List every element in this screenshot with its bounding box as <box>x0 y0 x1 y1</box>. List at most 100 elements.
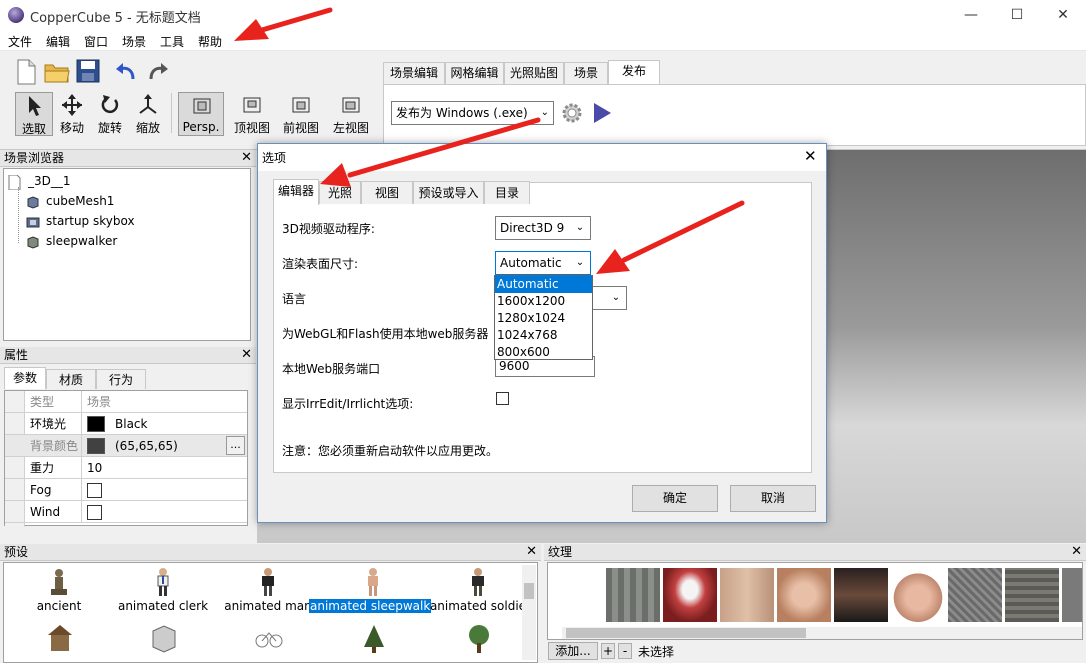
irredit-checkbox[interactable] <box>496 392 509 405</box>
maximize-button[interactable]: ☐ <box>994 0 1040 30</box>
menu-scene[interactable]: 场景 <box>122 33 146 50</box>
dropdown-option[interactable]: 1280x1024 <box>495 310 592 327</box>
close-button[interactable]: ✕ <box>1040 0 1086 30</box>
surface-size-select[interactable]: Automatic ⌄ <box>495 251 591 275</box>
wind-checkbox[interactable] <box>87 505 102 520</box>
property-row[interactable]: Fog <box>5 479 247 501</box>
menu-edit[interactable]: 编辑 <box>46 33 70 50</box>
surface-size-dropdown[interactable]: Automatic 1600x1200 1280x1024 1024x768 8… <box>494 275 593 360</box>
dropdown-option[interactable]: 1024x768 <box>495 327 592 344</box>
tab-presets-import[interactable]: 预设或导入 <box>413 181 484 204</box>
new-file-icon[interactable] <box>14 59 38 85</box>
texture-thumbnail[interactable] <box>1005 568 1059 622</box>
tree-item-skybox[interactable]: startup skybox <box>26 211 135 231</box>
app-icon <box>8 7 24 23</box>
redo-icon[interactable] <box>146 59 170 83</box>
color-swatch-black[interactable] <box>87 416 105 432</box>
menu-help[interactable]: 帮助 <box>198 33 222 50</box>
preset-ancient[interactable]: ancient <box>9 563 109 613</box>
perspective-view-button[interactable]: Persp. <box>178 92 224 136</box>
preset-animated-soldier[interactable]: animated soldie <box>428 563 528 613</box>
undo-icon[interactable] <box>114 59 138 83</box>
save-icon[interactable] <box>76 59 100 83</box>
tab-material[interactable]: 材质 <box>46 369 96 389</box>
texture-thumbnail[interactable] <box>777 568 831 622</box>
scrollbar-thumb[interactable] <box>524 583 534 599</box>
tree-item-sleepwalker[interactable]: sleepwalker <box>26 231 117 251</box>
close-icon[interactable]: ✕ <box>241 347 252 363</box>
tab-parameters[interactable]: 参数 <box>4 367 46 389</box>
tab-directories[interactable]: 目录 <box>484 181 530 204</box>
texture-thumbnail[interactable] <box>720 568 774 622</box>
port-label: 本地Web服务端口 <box>282 362 381 376</box>
bicycle-icon[interactable] <box>255 623 283 653</box>
menu-window[interactable]: 窗口 <box>84 33 108 50</box>
texture-thumbnail[interactable] <box>891 568 945 622</box>
tab-view[interactable]: 视图 <box>361 181 413 204</box>
preset-animated-sleepwalker[interactable]: animated sleepwalk <box>309 563 432 613</box>
scale-tool-button[interactable]: 缩放 <box>129 92 167 136</box>
texture-thumbnail[interactable] <box>663 568 717 622</box>
property-value: 场景 <box>87 395 112 409</box>
property-row[interactable]: 环境光 Black <box>5 413 247 435</box>
color-swatch-gray[interactable] <box>87 438 105 454</box>
texture-thumbnail[interactable] <box>1062 568 1082 622</box>
front-view-button[interactable]: 前视图 <box>282 92 320 136</box>
browse-color-button[interactable]: ... <box>226 436 245 455</box>
property-key: 类型 <box>26 391 82 413</box>
preset-animated-clerk[interactable]: animated clerk <box>113 563 213 613</box>
property-row[interactable]: 背景颜色 (65,65,65) ... <box>5 435 247 457</box>
left-view-button[interactable]: 左视图 <box>332 92 370 136</box>
tree-item-cubemesh[interactable]: cubeMesh1 <box>26 191 114 211</box>
statue-icon <box>47 567 71 597</box>
texture-thumbnail[interactable] <box>948 568 1002 622</box>
property-row[interactable]: Wind <box>5 501 247 523</box>
presets-scrollbar[interactable] <box>522 565 536 660</box>
presets-header: 预设 ✕ <box>0 544 541 561</box>
cancel-button[interactable]: 取消 <box>730 485 816 512</box>
ok-button[interactable]: 确定 <box>632 485 718 512</box>
menu-tools[interactable]: 工具 <box>160 33 184 50</box>
dropdown-option[interactable]: Automatic <box>495 276 592 293</box>
publish-target-select[interactable]: 发布为 Windows (.exe) ⌄ <box>391 101 554 125</box>
top-view-button[interactable]: 顶视图 <box>233 92 271 136</box>
close-icon[interactable]: ✕ <box>526 544 537 560</box>
crate-icon[interactable] <box>150 623 178 653</box>
scene-browser-title: 场景浏览器 <box>4 151 65 165</box>
play-icon[interactable] <box>591 102 613 124</box>
dropdown-option[interactable]: 1600x1200 <box>495 293 592 310</box>
texture-thumbnail[interactable] <box>606 568 660 622</box>
close-icon[interactable]: ✕ <box>1071 544 1082 560</box>
dialog-close-icon[interactable]: ✕ <box>804 147 817 165</box>
tree-icon[interactable] <box>465 623 493 653</box>
minimize-button[interactable]: — <box>948 0 994 30</box>
tab-scene[interactable]: 场景 <box>564 62 608 85</box>
tab-mesh-editing[interactable]: 网格编辑 <box>445 62 504 85</box>
property-row[interactable]: 重力 10 <box>5 457 247 479</box>
textures-scrollbar[interactable] <box>562 627 1082 639</box>
house-icon[interactable] <box>46 623 74 653</box>
tab-lightmapping[interactable]: 光照贴图 <box>504 62 564 85</box>
tab-behavior[interactable]: 行为 <box>96 369 146 389</box>
pine-tree-icon[interactable] <box>360 623 388 653</box>
tab-lighting[interactable]: 光照 <box>319 181 361 204</box>
menu-file[interactable]: 文件 <box>8 33 32 50</box>
tab-scene-editing[interactable]: 场景编辑 <box>383 62 445 85</box>
gear-icon[interactable] <box>561 102 583 124</box>
driver-select[interactable]: Direct3D 9 ⌄ <box>495 216 591 240</box>
property-grid: 类型 场景 环境光 Black 背景颜色 (65,65,65) ... 重力 1… <box>4 390 248 527</box>
zoom-out-button[interactable]: - <box>618 643 632 659</box>
property-row: 类型 场景 <box>5 391 247 413</box>
tab-editor[interactable]: 编辑器 <box>273 179 319 205</box>
texture-thumbnail[interactable] <box>834 568 888 622</box>
scrollbar-thumb[interactable] <box>566 628 806 638</box>
property-value[interactable]: 10 <box>87 457 102 479</box>
fog-checkbox[interactable] <box>87 483 102 498</box>
dropdown-option[interactable]: 800x600 <box>495 344 592 361</box>
close-icon[interactable]: ✕ <box>241 150 252 166</box>
zoom-in-button[interactable]: + <box>601 643 615 659</box>
open-folder-icon[interactable] <box>44 61 70 83</box>
add-texture-button[interactable]: 添加... <box>548 642 598 660</box>
tab-publish[interactable]: 发布 <box>608 60 660 85</box>
preset-animated-man[interactable]: animated man <box>218 563 318 613</box>
